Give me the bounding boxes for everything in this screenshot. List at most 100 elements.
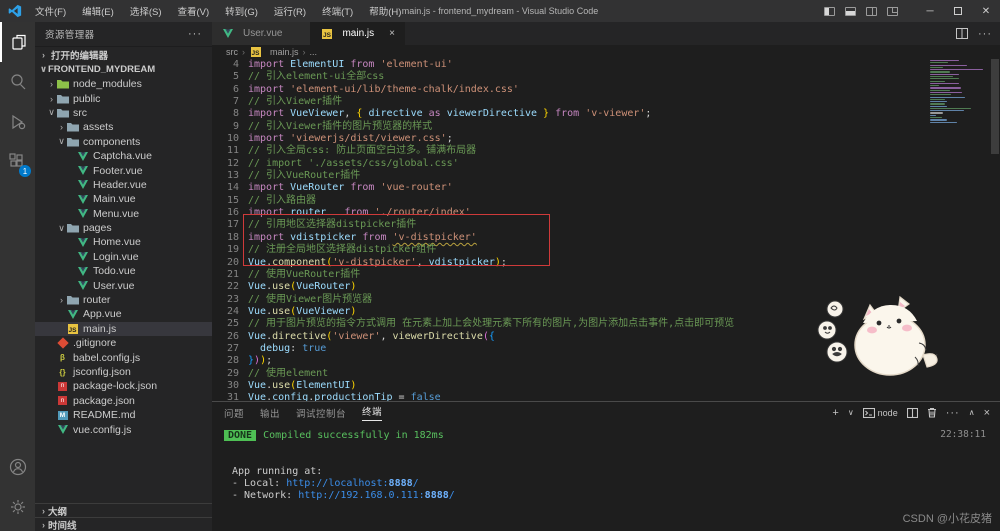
tree-item-header.vue[interactable]: Header.vue xyxy=(35,178,212,192)
terminal-output[interactable]: DONE Compiled successfully in 182ms App r… xyxy=(212,423,1000,502)
js-file-icon: JS xyxy=(249,47,262,58)
tree-item-footer.vue[interactable]: Footer.vue xyxy=(35,163,212,177)
menu-item[interactable]: 文件(F) xyxy=(28,2,73,20)
code-line: 9// 引入Viewer插件的图片预览器的样式 xyxy=(212,121,1000,133)
run-debug-icon[interactable] xyxy=(0,102,35,142)
search-icon[interactable] xyxy=(0,62,35,102)
customize-layout-icon[interactable] xyxy=(887,6,898,16)
close-tab-icon[interactable]: × xyxy=(389,28,395,39)
explorer-icon[interactable] xyxy=(0,22,35,62)
maximize-button[interactable] xyxy=(944,0,972,22)
minimap[interactable] xyxy=(930,60,986,124)
tree-item-captcha.vue[interactable]: Captcha.vue xyxy=(35,149,212,163)
minimize-button[interactable]: ─ xyxy=(916,0,944,22)
tree-item-app.vue[interactable]: App.vue xyxy=(35,307,212,321)
tree-item-pages[interactable]: ∨ pages xyxy=(35,221,212,235)
editor-scrollbar-thumb[interactable] xyxy=(991,59,999,154)
tree-item-readme.md[interactable]: M README.md xyxy=(35,408,212,422)
open-editors-section[interactable]: › 打开的编辑器 xyxy=(35,46,212,62)
menu-item[interactable]: 编辑(E) xyxy=(75,2,121,20)
new-terminal-icon[interactable]: + xyxy=(832,407,838,419)
tree-item-assets[interactable]: › assets xyxy=(35,120,212,134)
tree-item-jsconfig.json[interactable]: {} jsconfig.json xyxy=(35,365,212,379)
tree-item-todo.vue[interactable]: Todo.vue xyxy=(35,264,212,278)
tree-item-src[interactable]: ∨ src xyxy=(35,106,212,120)
tree-item-components[interactable]: ∨ components xyxy=(35,135,212,149)
tree-item-package.json[interactable]: n package.json xyxy=(35,394,212,408)
tree-item-public[interactable]: › public xyxy=(35,91,212,105)
panel-tab-item[interactable]: 问题 xyxy=(224,406,244,420)
paw-bubbles xyxy=(817,300,848,363)
babel-file-icon: β xyxy=(60,353,65,363)
tree-item-label: pages xyxy=(83,222,112,235)
tree-item-label: User.vue xyxy=(93,279,135,292)
terminal-shell-picker[interactable]: node xyxy=(862,407,898,418)
tree-item-user.vue[interactable]: User.vue xyxy=(35,278,212,292)
tree-item-router[interactable]: › router xyxy=(35,293,212,307)
breadcrumb[interactable]: src › JS main.js ›... xyxy=(212,45,1000,59)
extensions-icon[interactable]: 1 xyxy=(0,142,35,182)
tree-item-vue.config.js[interactable]: vue.config.js xyxy=(35,422,212,436)
accounts-icon[interactable] xyxy=(0,447,35,487)
panel-tab-item[interactable]: 输出 xyxy=(260,406,280,420)
code-line: 12// import './assets/css/global.css' xyxy=(212,158,1000,170)
tab-label: main.js xyxy=(342,28,375,39)
folder-icon xyxy=(56,107,69,118)
chevron-right-icon: › xyxy=(50,79,53,90)
breadcrumb-item[interactable]: src xyxy=(226,47,238,57)
network-url-link[interactable]: http://192.168.0.111:8888/ xyxy=(298,490,455,501)
line-number: 8 xyxy=(232,108,239,120)
toggle-secondary-sidebar-icon[interactable] xyxy=(866,6,877,16)
tree-item-label: README.md xyxy=(73,409,136,422)
tree-item-home.vue[interactable]: Home.vue xyxy=(35,235,212,249)
terminal-dropdown-icon[interactable]: ∨ xyxy=(848,408,854,417)
tree-item-login.vue[interactable]: Login.vue xyxy=(35,250,212,264)
code-line: 11// 引入全局css: 防止页面空白过多。铺满布局器 xyxy=(212,145,1000,157)
editor-tab-user.vue[interactable]: User.vue xyxy=(212,22,312,45)
breadcrumb-item[interactable]: ... xyxy=(310,47,318,57)
editor-tab-main.js[interactable]: JS main.js × xyxy=(311,22,405,45)
tree-item-node-modules[interactable]: › node_modules xyxy=(35,77,212,91)
tree-item-babel.config.js[interactable]: β babel.config.js xyxy=(35,350,212,364)
split-editor-icon[interactable] xyxy=(956,28,968,39)
tree-item-main.js[interactable]: JS main.js xyxy=(35,321,212,337)
panel-tab-terminal-active[interactable]: 终端 xyxy=(362,404,383,421)
tree-item-label: Todo.vue xyxy=(93,265,136,278)
tree-item-.gitignore[interactable]: .gitignore xyxy=(35,336,212,350)
close-window-button[interactable]: ✕ xyxy=(972,0,1000,22)
line-number: 26 xyxy=(226,330,239,342)
timeline-section[interactable]: › 时间线 xyxy=(35,517,212,531)
breadcrumb-item[interactable]: main.js xyxy=(270,47,299,57)
tree-item-package-lock.json[interactable]: n package-lock.json xyxy=(35,379,212,393)
code-line: 13// 引入VueRouter插件 xyxy=(212,170,1000,182)
menu-item[interactable]: 选择(S) xyxy=(123,2,169,20)
line-number: 25 xyxy=(226,318,239,330)
menu-item[interactable]: 查看(V) xyxy=(170,2,216,20)
tree-item-menu.vue[interactable]: Menu.vue xyxy=(35,207,212,221)
toggle-panel-icon[interactable] xyxy=(845,6,856,16)
maximize-panel-icon[interactable]: ∧ xyxy=(969,408,975,417)
outline-section[interactable]: › 大纲 xyxy=(35,503,212,518)
chevron-right-icon: › xyxy=(60,122,63,133)
vue-file-icon xyxy=(76,179,89,190)
editor-more-actions-icon[interactable]: ··· xyxy=(978,28,992,40)
tree-root-folder[interactable]: ∨ FRONTEND_MYDREAM xyxy=(35,62,212,77)
vue-file-icon xyxy=(76,208,89,219)
menu-item[interactable]: 转到(G) xyxy=(218,2,265,20)
menu-item[interactable]: 运行(R) xyxy=(267,2,313,20)
close-panel-icon[interactable]: × xyxy=(984,407,990,419)
tree-item-main.vue[interactable]: Main.vue xyxy=(35,192,212,206)
menu-bar: 文件(F) 编辑(E) 选择(S) 查看(V) 转到(G) 运行(R) 终端(T) 帮助(H) xyxy=(28,2,408,20)
sidebar-more-actions-icon[interactable]: ··· xyxy=(188,28,202,40)
editor-scrollbar[interactable] xyxy=(990,59,1000,401)
toggle-sidebar-icon[interactable] xyxy=(824,6,835,16)
terminal-clock: 22:38:11 xyxy=(940,429,986,440)
panel-tab-item[interactable]: 调试控制台 xyxy=(296,406,346,420)
local-url-link[interactable]: http://localhost:8888/ xyxy=(286,478,418,489)
menu-item[interactable]: 终端(T) xyxy=(315,2,360,20)
panel-more-actions-icon[interactable]: ··· xyxy=(946,407,960,419)
settings-gear-icon[interactable] xyxy=(0,487,35,527)
kill-terminal-trash-icon[interactable] xyxy=(927,407,937,418)
folder-icon xyxy=(66,223,79,234)
split-terminal-icon[interactable] xyxy=(906,407,918,418)
